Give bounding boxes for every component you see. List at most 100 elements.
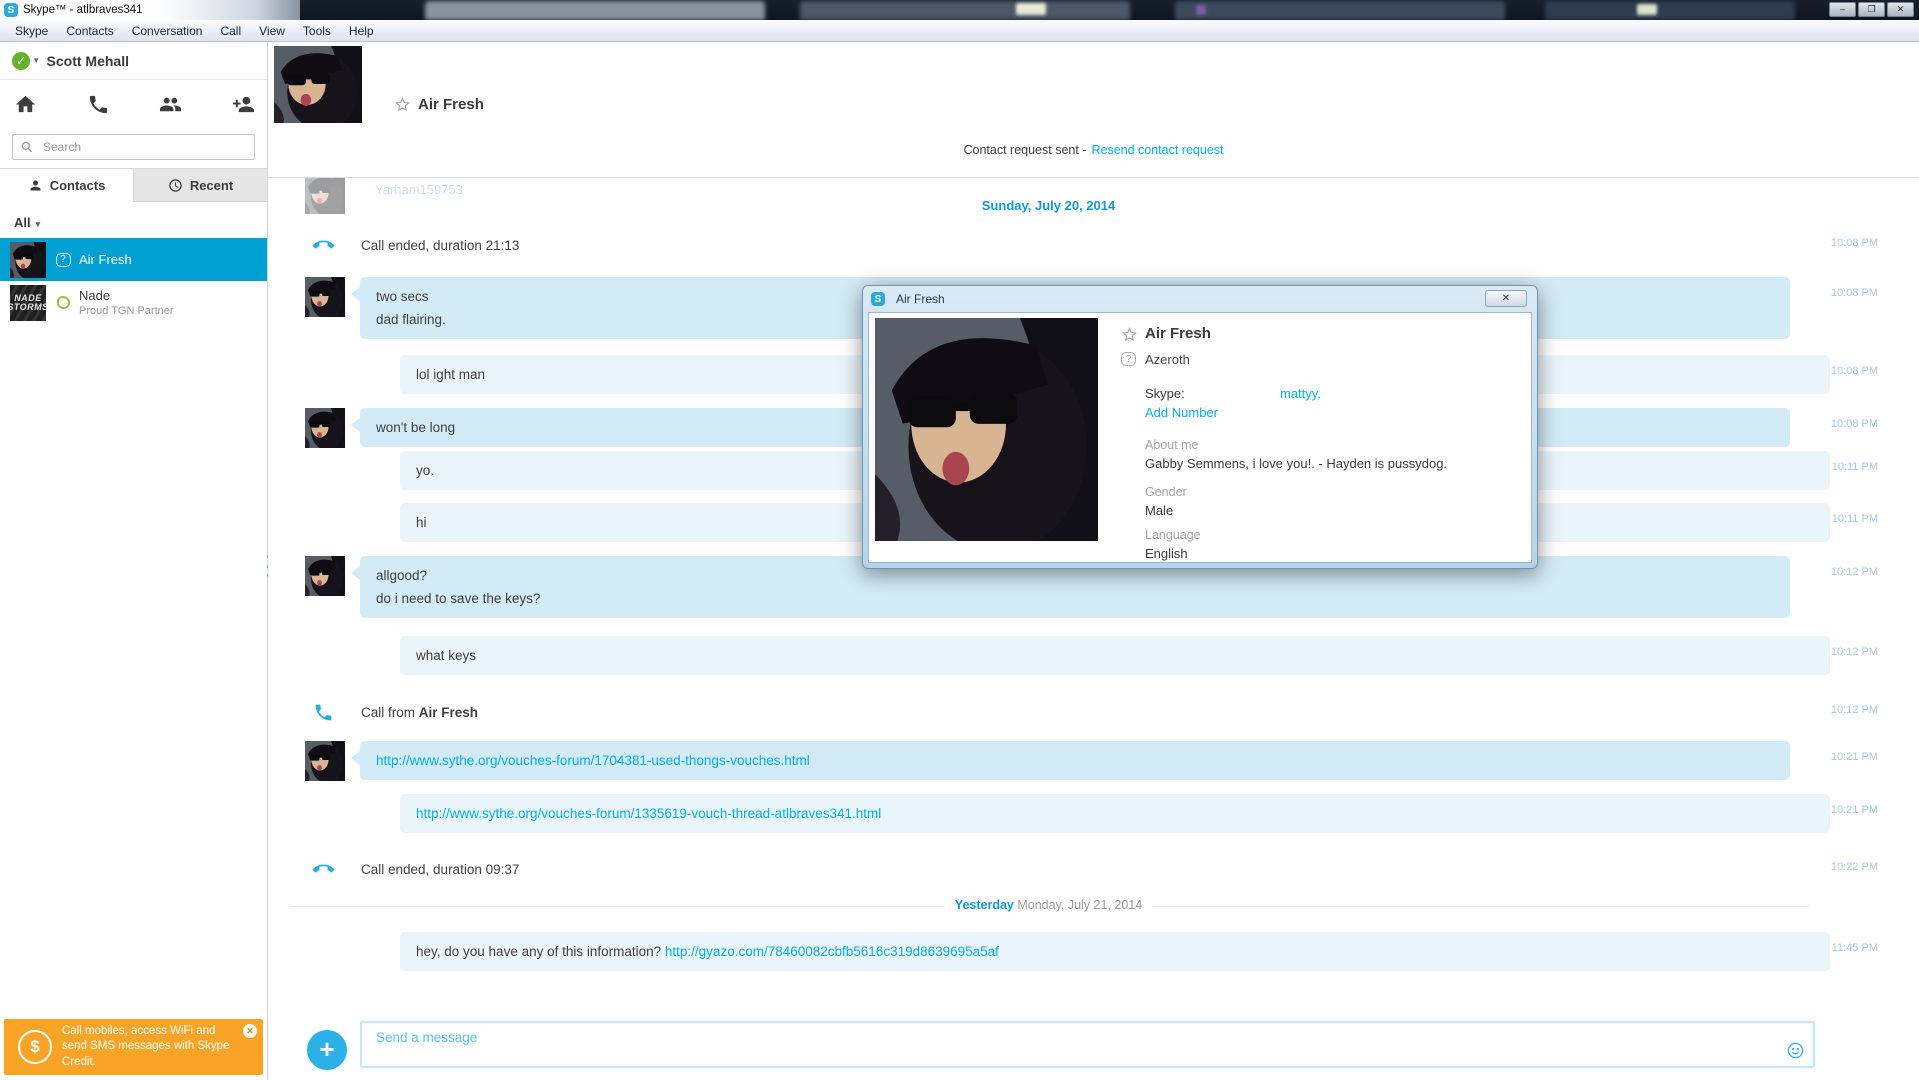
presence-online-icon[interactable]: ✓ <box>12 51 30 70</box>
menu-help[interactable]: Help <box>340 24 383 38</box>
skype-logo-icon: S <box>4 3 18 17</box>
restore-button[interactable]: ❐ <box>1858 2 1885 17</box>
emoticon-icon[interactable] <box>1786 1041 1805 1060</box>
background-browser-tab <box>425 1 765 20</box>
menu-view[interactable]: View <box>250 24 294 38</box>
contact-name: Nade <box>79 288 111 303</box>
skype-window: S Skype™ - atlbraves341 – ❐ ✕ Skype Cont… <box>0 0 1919 1080</box>
avatar[interactable] <box>305 741 345 781</box>
search-input[interactable] <box>41 139 247 155</box>
conversation-title: Air Fresh <box>418 96 484 113</box>
popup-close-button[interactable]: ✕ <box>1485 290 1527 307</box>
phone-icon <box>313 702 334 723</box>
menu-bar: Skype Contacts Conversation Call View To… <box>0 20 1919 42</box>
skype-label: Skype: <box>1145 386 1185 401</box>
menu-skype[interactable]: Skype <box>6 24 57 38</box>
incoming-message-bubble: http://www.sythe.org/vouches-forum/17043… <box>351 741 1790 780</box>
profile-name: Air Fresh <box>1145 325 1211 342</box>
window-title: Skype™ - atlbraves341 <box>23 4 143 16</box>
avatar[interactable] <box>305 408 345 448</box>
online-status-icon <box>56 296 70 309</box>
message-timestamp: 10:11 PM <box>1831 461 1878 473</box>
call-ended-row: Call ended, duration 21:13 <box>313 235 519 256</box>
profile-mood: Azeroth <box>1145 352 1190 367</box>
message-timestamp: 10:21 PM <box>1830 804 1878 816</box>
conversation-header: Air Fresh ? This person has not shared t… <box>268 42 1919 139</box>
menu-tools[interactable]: Tools <box>294 24 340 38</box>
add-contact-icon[interactable] <box>232 93 255 116</box>
menu-call[interactable]: Call <box>211 24 250 38</box>
background-blur-spot <box>1196 5 1206 15</box>
message-link[interactable]: http://gyazo.com/78460082cbfb5616c319d86… <box>665 944 999 959</box>
pending-contact-icon: ? <box>55 252 71 267</box>
profile-photo <box>875 318 1098 541</box>
message-input[interactable] <box>374 1029 1773 1046</box>
gender-value: Male <box>1145 503 1174 518</box>
filter-label: All <box>14 215 31 230</box>
avatar[interactable] <box>305 556 345 596</box>
tab-recent-label: Recent <box>189 177 234 193</box>
message-timestamp: 10:12 PM <box>1830 566 1878 578</box>
nade-avatar-text: STORMS <box>10 301 46 312</box>
favorite-star-icon[interactable] <box>394 96 411 113</box>
faded-contact-name: Yarham159753 <box>375 182 463 197</box>
call-phones-icon[interactable] <box>87 93 110 116</box>
message-link[interactable]: http://www.sythe.org/vouches-forum/13356… <box>416 806 881 821</box>
outgoing-message-bubble: what keys <box>400 636 1830 675</box>
home-icon[interactable] <box>14 93 37 116</box>
call-from-row: Call from Air Fresh <box>313 702 478 723</box>
outgoing-message-bubble: hey, do you have any of this information… <box>400 932 1830 971</box>
skype-credit-promo[interactable]: $ Call mobiles, access WiFi and send SMS… <box>4 1019 263 1075</box>
skype-logo-icon: S <box>871 292 885 306</box>
chevron-down-icon[interactable]: ▾ <box>34 55 39 66</box>
banner-text: Contact request sent - <box>963 143 1087 157</box>
window-title-tab[interactable]: S Skype™ - atlbraves341 <box>0 0 300 20</box>
sidebar-tabs: Contacts Recent <box>0 168 267 202</box>
minimize-button[interactable]: – <box>1829 2 1856 17</box>
contacts-group-icon[interactable] <box>159 93 182 116</box>
background-browser-tab <box>1545 1 1795 20</box>
clock-icon <box>168 178 183 193</box>
message-link[interactable]: http://www.sythe.org/vouches-forum/17043… <box>376 753 810 768</box>
about-label: About me <box>1145 438 1199 452</box>
tab-recent[interactable]: Recent <box>133 169 267 202</box>
add-attachment-button[interactable]: + <box>307 1030 347 1070</box>
about-value: Gabby Semmens, i love you!. - Hayden is … <box>1145 456 1448 471</box>
chevron-down-icon: ▾ <box>35 219 41 229</box>
menu-conversation[interactable]: Conversation <box>123 24 212 38</box>
contacts-filter[interactable]: All ▾ <box>0 202 267 238</box>
popup-title-bar[interactable]: S Air Fresh <box>863 286 1537 312</box>
resend-request-link[interactable]: Resend contact request <box>1091 143 1223 157</box>
tab-contacts[interactable]: Contacts <box>0 169 133 202</box>
profile-popup: S Air Fresh ✕ Air Fresh ? Azeroth Skype:… <box>862 285 1538 569</box>
tab-contacts-label: Contacts <box>49 178 106 193</box>
avatar[interactable] <box>305 277 345 317</box>
message-timestamp: 10:08 PM <box>1830 237 1878 249</box>
gender-label: Gender <box>1145 485 1187 499</box>
contact-row-nade[interactable]: NADE STORMS Nade Proud TGN Partner <box>0 281 267 324</box>
background-blur-spot <box>1637 4 1657 15</box>
user-status-row[interactable]: ✓ ▾ Scott Mehall <box>0 42 267 80</box>
avatar: NADE STORMS <box>10 284 46 321</box>
message-timestamp: 10:12 PM <box>1830 646 1878 658</box>
message-timestamp: 10:08 PM <box>1830 287 1878 299</box>
message-composer <box>360 1021 1815 1068</box>
call-ended-icon <box>309 855 339 885</box>
popup-panel: Air Fresh ? Azeroth Skype: mattyy. Add N… <box>868 312 1532 563</box>
close-button[interactable]: ✕ <box>1887 2 1914 17</box>
skype-handle-link[interactable]: mattyy. <box>1280 386 1321 401</box>
contact-row-air-fresh[interactable]: ? Air Fresh <box>0 238 267 281</box>
add-number-link[interactable]: Add Number <box>1145 405 1218 420</box>
favorite-star-icon[interactable] <box>1121 326 1138 343</box>
message-timestamp: 10:08 PM <box>1830 418 1878 430</box>
promo-close-icon[interactable]: ✕ <box>243 1024 257 1038</box>
message-timestamp: 10:21 PM <box>1830 751 1878 763</box>
language-value: English <box>1145 546 1188 561</box>
language-label: Language <box>1145 528 1201 542</box>
menu-contacts[interactable]: Contacts <box>57 24 122 38</box>
conversation-avatar[interactable] <box>274 46 362 126</box>
search-icon <box>21 141 33 153</box>
search-box <box>12 134 255 160</box>
dollar-coin-icon: $ <box>18 1030 52 1064</box>
message-timestamp: 11:45 PM <box>1831 942 1878 954</box>
